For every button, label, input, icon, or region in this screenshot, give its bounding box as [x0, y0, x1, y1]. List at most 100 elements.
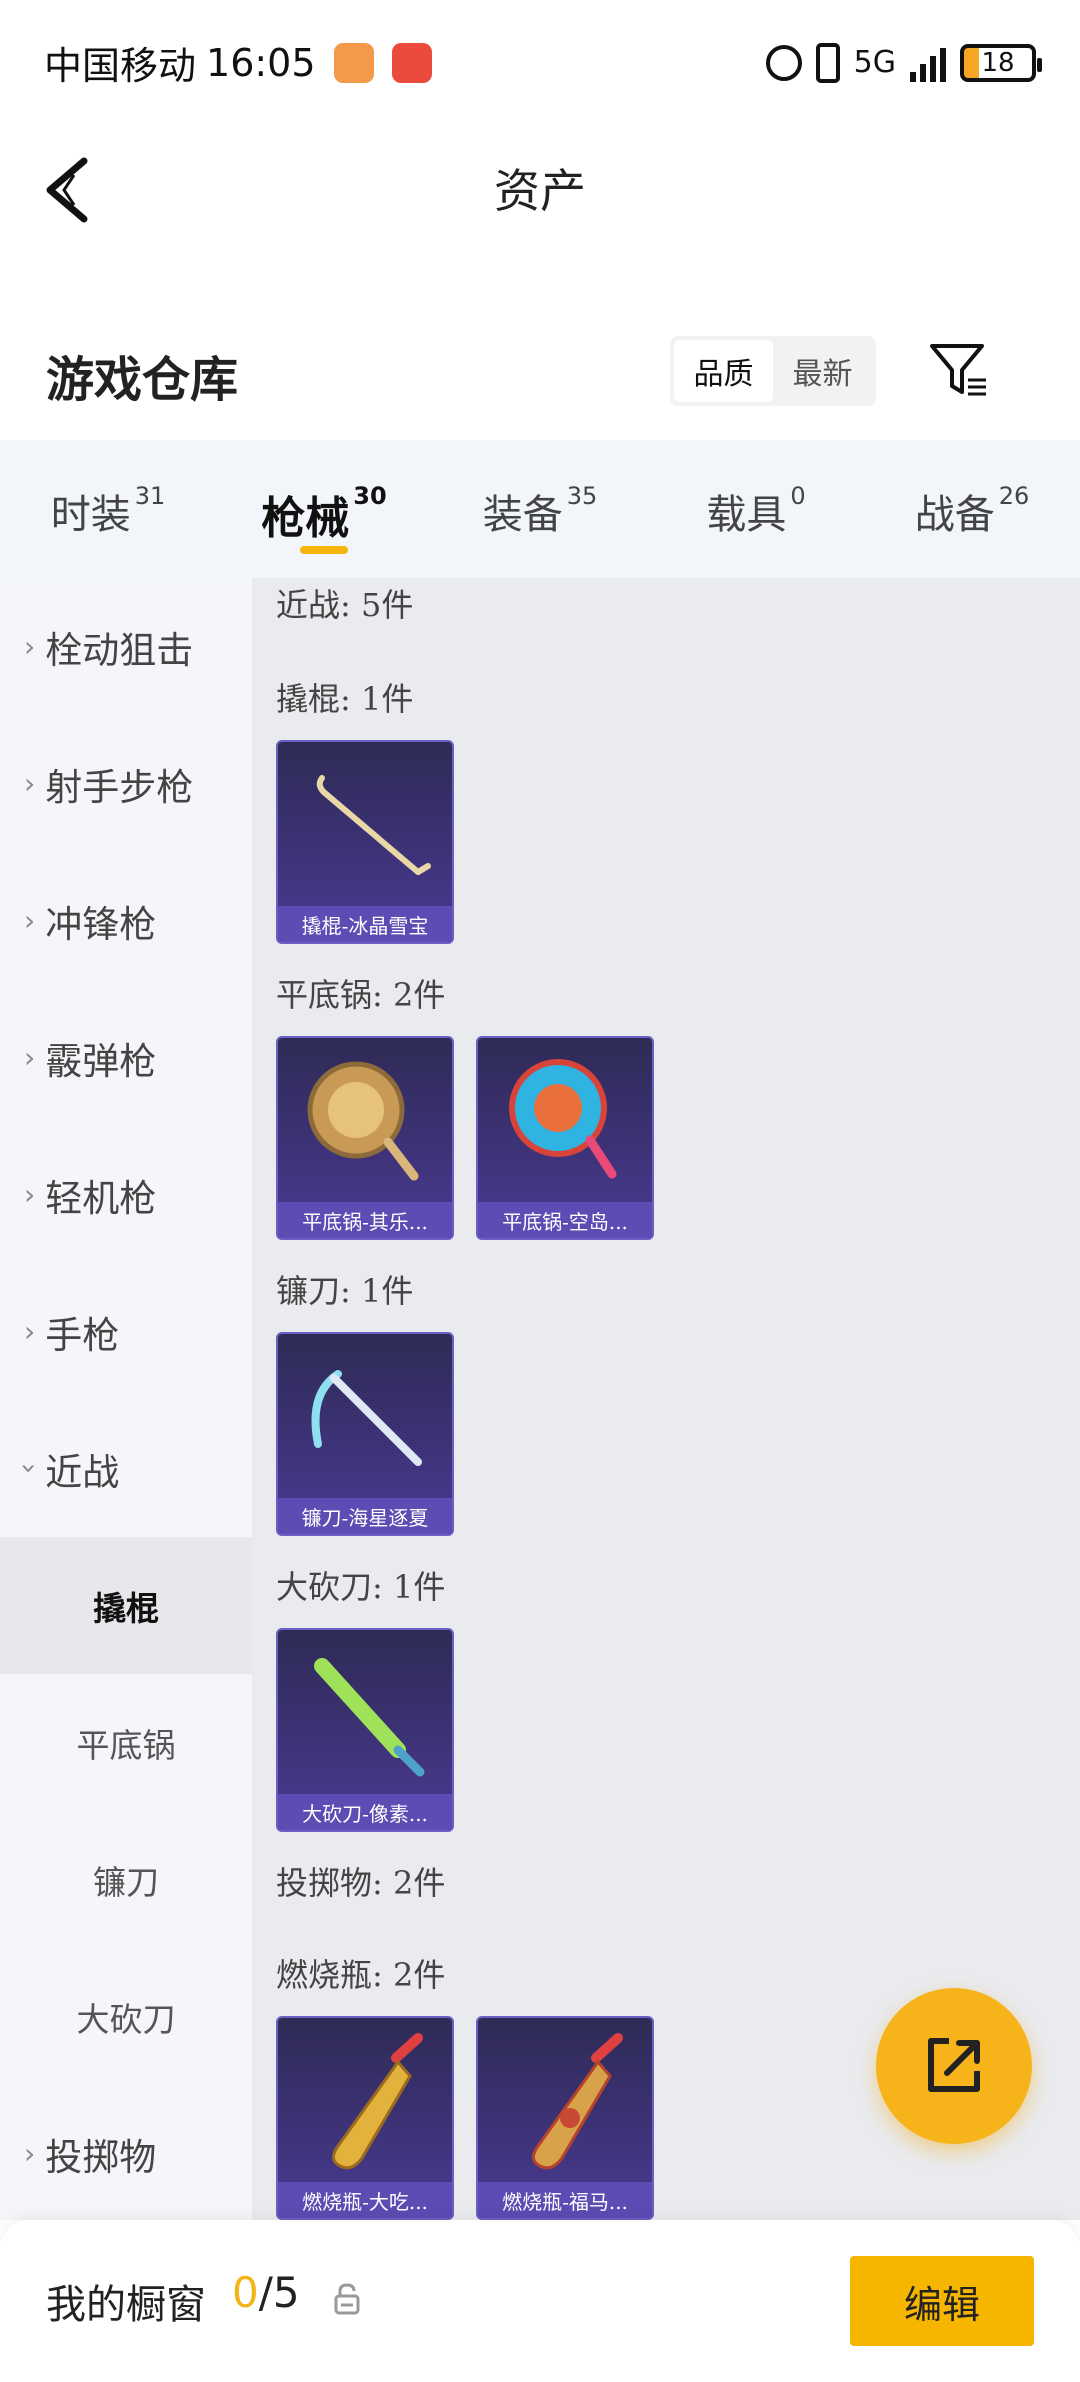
showcase-bar: 我的橱窗 0/5 编辑 — [0, 2220, 1080, 2382]
item-card[interactable]: 平底锅-空岛... — [476, 1036, 654, 1240]
sidebar-item-shotgun[interactable]: › 霰弹枪 — [0, 989, 252, 1126]
item-card[interactable]: 大砍刀-像素... — [276, 1628, 454, 1832]
sidebar-item-melee[interactable]: › 近战 — [0, 1400, 252, 1537]
battery-icon: 18 — [960, 43, 1042, 82]
sidebar-item-label: 手枪 — [45, 1313, 120, 1357]
tab-label: 装备 — [482, 492, 563, 538]
lock-icon — [334, 2283, 360, 2315]
chevron-right-icon: › — [24, 2137, 36, 2170]
sidebar-item-label: 投掷物 — [45, 2135, 157, 2179]
chevron-right-icon: › — [24, 1315, 36, 1348]
page-title: 资产 — [494, 164, 586, 218]
item-card[interactable]: 燃烧瓶-福马... — [476, 2016, 654, 2220]
share-fab-button[interactable] — [876, 1988, 1032, 2144]
chevron-right-icon: › — [24, 630, 36, 663]
tab-tactical[interactable]: 战备 26 — [864, 440, 1080, 578]
sidebar-item-lmg[interactable]: › 轻机枪 — [0, 1126, 252, 1263]
sort-quality-button[interactable]: 品质 — [674, 340, 773, 402]
item-card[interactable]: 镰刀-海星逐夏 — [276, 1332, 454, 1536]
carrier-name: 中国移动 — [44, 44, 197, 88]
showcase-count: 0/5 — [232, 2268, 300, 2317]
section-heading: 投掷物: 2件 — [276, 1864, 446, 1902]
tab-count: 31 — [134, 482, 166, 510]
sidebar-item-throwables[interactable]: › 投掷物 — [0, 2085, 252, 2222]
status-bar: 中国移动 16:05 5G 18 — [0, 0, 1080, 125]
chevron-right-icon: › — [24, 1178, 36, 1211]
section-heading: 撬棍: 1件 — [276, 680, 414, 718]
tab-label: 枪械 — [261, 493, 350, 544]
item-name: 大砍刀-像素... — [278, 1794, 452, 1830]
crowbar-icon — [316, 775, 431, 875]
section-heading: 平底锅: 2件 — [276, 976, 446, 1014]
item-card[interactable]: 燃烧瓶-大吃... — [276, 2016, 454, 2220]
item-name: 镰刀-海星逐夏 — [278, 1498, 452, 1534]
section-heading: 镰刀: 1件 — [276, 1272, 414, 1310]
section-heading: 燃烧瓶: 2件 — [276, 1956, 446, 1994]
item-name: 燃烧瓶-大吃... — [278, 2182, 452, 2218]
chevron-down-icon: › — [13, 1462, 47, 1475]
item-name: 平底锅-其乐... — [278, 1202, 452, 1238]
sidebar-sub-pan[interactable]: 平底锅 — [0, 1674, 252, 1811]
vibrate-icon — [815, 42, 840, 83]
sidebar-item-marksman-rifle[interactable]: › 射手步枪 — [0, 715, 252, 852]
tab-firearms[interactable]: 枪械 30 — [216, 440, 432, 578]
showcase-current: 0 — [232, 2268, 259, 2317]
item-name: 平底锅-空岛... — [478, 1202, 652, 1238]
chevron-right-icon: › — [24, 767, 36, 800]
shop-app-icon — [391, 42, 432, 83]
filter-icon — [930, 344, 986, 396]
sidebar-item-label: 近战 — [45, 1450, 120, 1494]
carrier-group: 中国移动 16:05 — [44, 35, 432, 90]
sidebar-item-label: 冲锋枪 — [45, 902, 157, 946]
item-card[interactable]: 平底锅-其乐... — [276, 1036, 454, 1240]
tab-vehicles[interactable]: 载具 0 — [648, 440, 864, 578]
sidebar-sub-machete[interactable]: 大砍刀 — [0, 1948, 252, 2085]
sort-newest-button[interactable]: 最新 — [773, 340, 872, 402]
battery-level: 18 — [981, 47, 1015, 78]
sidebar-sub-crowbar[interactable]: 撬棍 — [0, 1537, 252, 1674]
item-name: 撬棍-冰晶雪宝 — [278, 906, 452, 942]
tab-count: 35 — [566, 482, 598, 510]
warehouse-header: 游戏仓库 品质 最新 — [0, 320, 1080, 440]
tab-fashion[interactable]: 时装 31 — [0, 440, 216, 578]
item-name: 燃烧瓶-福马... — [478, 2182, 652, 2218]
item-list[interactable]: 近战: 5件 撬棍: 1件 撬棍-冰晶雪宝 平底锅: 2件 平底锅-其乐... … — [252, 578, 1080, 2220]
sidebar-item-label: 轻机枪 — [45, 1176, 157, 1220]
heart-app-icon — [333, 42, 374, 83]
section-heading: 大砍刀: 1件 — [276, 1568, 446, 1606]
showcase-label: 我的橱窗 — [46, 2282, 206, 2328]
tab-count: 0 — [790, 482, 806, 510]
category-tabs: 时装 31 枪械 30 装备 35 载具 0 战备 26 — [0, 440, 1080, 578]
tab-label: 载具 — [706, 492, 787, 538]
chevron-right-icon: › — [24, 1041, 36, 1074]
share-icon — [928, 2038, 980, 2092]
showcase-total: /5 — [258, 2268, 300, 2317]
sickle-icon — [311, 1370, 422, 1466]
sidebar-item-label: 霰弹枪 — [45, 1039, 157, 1083]
sidebar-item-bolt-sniper[interactable]: › 栓动狙击 — [0, 578, 252, 715]
machete-icon — [314, 1658, 425, 1777]
sidebar-sub-sickle[interactable]: 镰刀 — [0, 1811, 252, 1948]
filter-button[interactable] — [928, 340, 990, 400]
section-heading: 近战: 5件 — [276, 586, 414, 624]
sidebar-item-pistol[interactable]: › 手枪 — [0, 1263, 252, 1400]
pan-icon — [509, 1059, 617, 1179]
item-card[interactable]: 撬棍-冰晶雪宝 — [276, 740, 454, 944]
tab-equipment[interactable]: 装备 35 — [432, 440, 648, 578]
sidebar-item-smg[interactable]: › 冲锋枪 — [0, 852, 252, 989]
molotov-icon — [532, 2033, 623, 2170]
alarm-icon — [765, 44, 802, 81]
signal-icon — [910, 44, 946, 82]
tab-label: 时装 — [50, 492, 131, 538]
edit-button[interactable]: 编辑 — [850, 2256, 1034, 2346]
clock: 16:05 — [206, 40, 316, 85]
warehouse-title: 游戏仓库 — [46, 352, 239, 408]
pan-icon — [307, 1061, 419, 1181]
chevron-right-icon: › — [24, 904, 36, 937]
category-sidebar: › 栓动狙击 › 射手步枪 › 冲锋枪 › 霰弹枪 › 轻机枪 › 手枪 › 近战 撬棍 平底… — [0, 578, 252, 2220]
tab-label: 战备 — [914, 492, 995, 538]
tab-count: 26 — [998, 482, 1030, 510]
tab-count: 30 — [353, 482, 387, 510]
molotov-icon — [332, 2033, 423, 2170]
network-label: 5G — [853, 45, 896, 80]
